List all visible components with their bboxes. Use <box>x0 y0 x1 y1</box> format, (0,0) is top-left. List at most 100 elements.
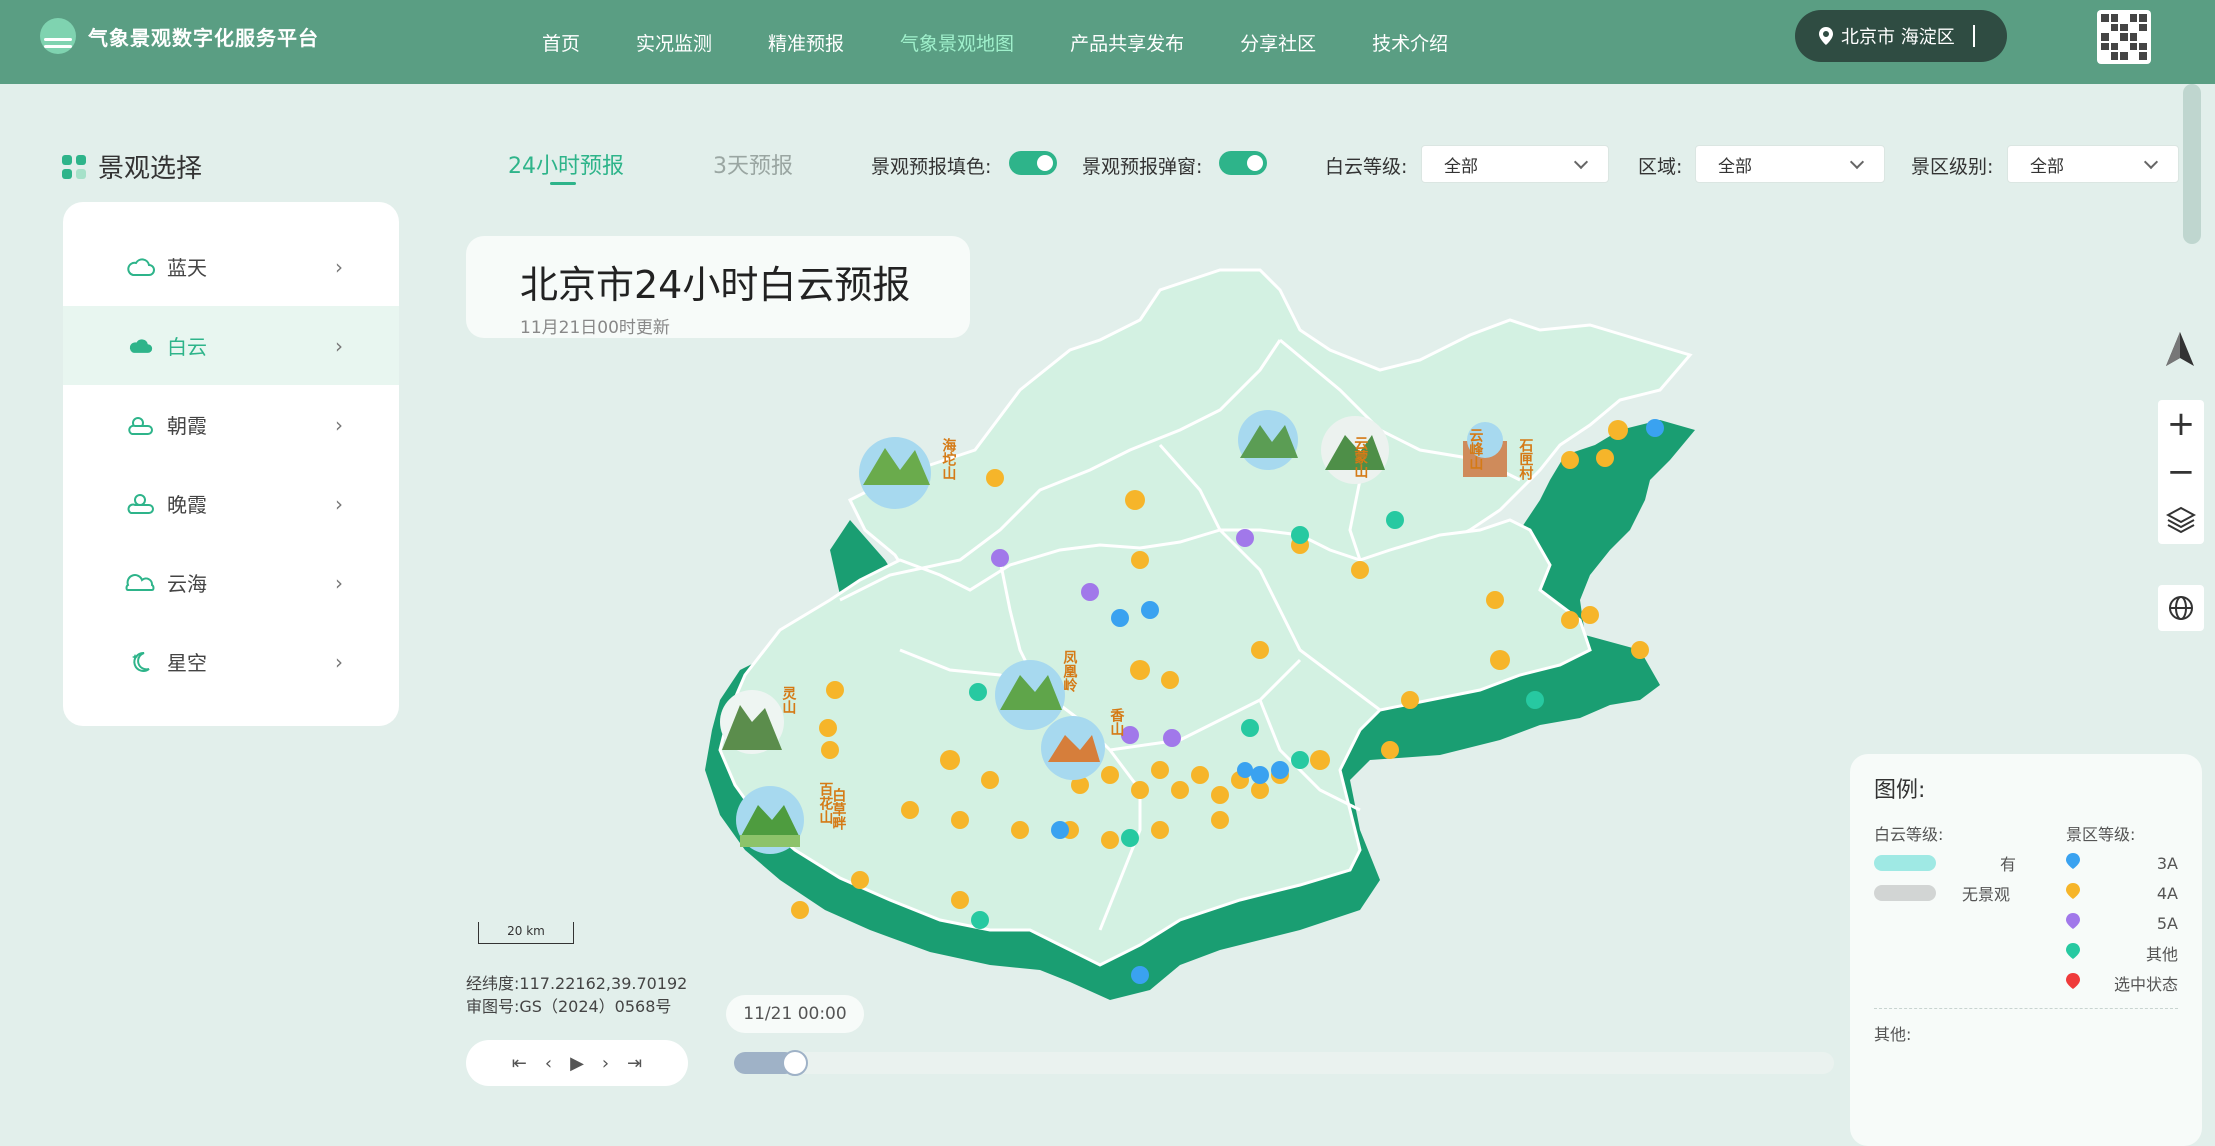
step-forward-icon[interactable]: › <box>602 1053 609 1074</box>
zoom-in-icon[interactable]: + <box>2158 400 2204 448</box>
location-divider <box>1972 25 1975 47</box>
region-value: 全部 <box>1718 156 1752 177</box>
page-title: 北京市24小时白云预报 <box>520 263 911 307</box>
landscape-select-title: 景观选择 <box>62 148 202 185</box>
forecast-title-card: 北京市24小时白云预报 11月21日00时更新 <box>466 236 970 338</box>
tab-3day-forecast[interactable]: 3天预报 <box>713 148 793 180</box>
scenic-level-value: 全部 <box>2030 156 2064 177</box>
logo-icon <box>40 18 76 54</box>
poi-label-yunfeng[interactable]: 云峰山 <box>1467 428 1483 470</box>
popup-toggle-label: 景观预报弹窗: <box>1082 156 1203 178</box>
beijing-map[interactable] <box>660 230 1710 1020</box>
nav-tech-intro[interactable]: 技术介绍 <box>1350 29 1470 56</box>
skip-last-icon[interactable]: ⇥ <box>627 1053 642 1074</box>
region-label: 区域: <box>1638 156 1683 178</box>
coord-label: 经纬度: <box>466 974 520 993</box>
nav-landscape-map[interactable]: 气象景观地图 <box>878 29 1036 56</box>
zoom-out-icon[interactable]: − <box>2158 448 2204 496</box>
legend-label: 3A <box>2156 853 2178 873</box>
cloud-level-value: 全部 <box>1444 156 1478 177</box>
sidebar-item-evening-glow[interactable]: 晚霞 › <box>63 464 399 543</box>
poi-label-baicaopan[interactable]: 白草畔 <box>830 788 846 830</box>
qr-code-icon[interactable] <box>2097 10 2151 64</box>
cloud-sea-icon <box>125 572 155 594</box>
poi-label-haituo[interactable]: 海坨山 <box>940 438 956 480</box>
fill-toggle-label: 景观预报填色: <box>871 156 992 178</box>
poi-label-xiangshan[interactable]: 香山 <box>1108 708 1124 736</box>
globe-icon[interactable] <box>2158 585 2204 631</box>
location-selector[interactable]: 北京市 海淀区 <box>1795 10 2007 62</box>
map-pin-icon <box>1819 27 1833 45</box>
legend-swatch-none <box>1874 885 1936 901</box>
poi-label-lingshan[interactable]: 灵山 <box>780 686 796 714</box>
legend-label: 选中状态 <box>2113 975 2178 994</box>
popup-toggle[interactable] <box>1219 151 1267 175</box>
sidebar-item-label: 朝霞 <box>167 414 207 438</box>
legend-label: 有 <box>2000 855 2017 874</box>
pin-4a-icon <box>2065 883 2080 899</box>
legend-scenic-levels: 景区等级: 3A 4A 5A 其他 选中状态 <box>2065 818 2178 998</box>
location-text: 北京市 海淀区 <box>1841 27 1955 48</box>
nav-precise-forecast[interactable]: 精准预报 <box>746 29 866 56</box>
tab-24h-forecast[interactable]: 24小时预报 <box>508 148 624 185</box>
layers-icon[interactable] <box>2158 496 2204 544</box>
play-icon[interactable]: ▶ <box>570 1053 584 1074</box>
review-value: GS（2024）0568号 <box>519 997 672 1016</box>
region-select[interactable]: 全部 <box>1695 145 1885 183</box>
chevron-right-icon: › <box>335 491 343 516</box>
chevron-right-icon: › <box>335 649 343 674</box>
page-scrollbar[interactable] <box>2183 84 2201 244</box>
legend-cloud-levels: 白云等级: 有 无景观 <box>1874 818 2016 998</box>
sidebar-item-label: 晚霞 <box>167 493 207 517</box>
sidebar-item-cloud-sea[interactable]: 云海 › <box>63 543 399 622</box>
legend-title: 图例: <box>1874 778 1926 803</box>
step-back-icon[interactable]: ‹ <box>545 1053 552 1074</box>
chevron-down-icon <box>1573 154 1589 169</box>
nav-home[interactable]: 首页 <box>520 29 602 56</box>
timeline-slider[interactable] <box>734 1050 1834 1076</box>
sunset-icon <box>125 493 155 515</box>
sidebar-item-starry-sky[interactable]: 星空 › <box>63 622 399 701</box>
cloud-level-label: 白云等级: <box>1325 156 1408 178</box>
chevron-right-icon: › <box>335 570 343 595</box>
scenic-level-label: 景区级别: <box>1911 156 1994 178</box>
sidebar-item-label: 云海 <box>167 572 207 596</box>
chevron-down-icon <box>1849 154 1865 169</box>
top-nav-bar: 气象景观数字化服务平台 首页 实况监测 精准预报 气象景观地图 产品共享发布 分… <box>0 0 2215 84</box>
logo-text: 气象景观数字化服务平台 <box>88 25 319 50</box>
legend-other-title: 其他: <box>1874 1025 1912 1044</box>
compass-icon[interactable] <box>2162 330 2198 370</box>
sidebar-item-label: 星空 <box>167 651 207 675</box>
sidebar-item-white-cloud[interactable]: 白云 › <box>63 306 399 385</box>
starry-sky-icon <box>125 651 155 673</box>
current-time-chip: 11/21 00:00 <box>726 995 864 1033</box>
sidebar-item-morning-glow[interactable]: 朝霞 › <box>63 385 399 464</box>
nav-community[interactable]: 分享社区 <box>1218 29 1338 56</box>
sunrise-icon <box>125 414 155 436</box>
logo[interactable]: 气象景观数字化服务平台 <box>40 18 319 54</box>
cloud-level-select[interactable]: 全部 <box>1421 145 1609 183</box>
legend-swatch-yes <box>1874 855 1936 871</box>
chevron-right-icon: › <box>335 254 343 279</box>
pin-5a-icon <box>2065 913 2080 929</box>
legend-label: 其他 <box>2145 945 2178 964</box>
legend-cloud-level-title: 白云等级: <box>1874 825 1944 844</box>
legend-divider <box>1874 1008 2178 1009</box>
legend-label: 4A <box>2156 883 2178 903</box>
fill-toggle[interactable] <box>1009 151 1057 175</box>
timeline-handle[interactable] <box>782 1050 808 1076</box>
grid-icon <box>62 154 86 179</box>
poi-label-yunmeng[interactable]: 云蒙山 <box>1352 436 1368 478</box>
playback-controls: ⇤ ‹ ▶ › ⇥ <box>466 1040 688 1086</box>
scenic-level-select[interactable]: 全部 <box>2007 145 2179 183</box>
sidebar-item-blue-sky[interactable]: 蓝天 › <box>63 227 399 306</box>
map-legend: 图例: 白云等级: 有 无景观 景区等级: 3A 4A 5A 其他 选中状态 其… <box>1850 754 2202 1146</box>
skip-first-icon[interactable]: ⇤ <box>512 1053 527 1074</box>
legend-label: 无景观 <box>1962 885 2011 904</box>
poi-label-shixia[interactable]: 石匣村 <box>1517 438 1533 480</box>
chevron-down-icon <box>2143 154 2159 169</box>
legend-label: 5A <box>2156 913 2178 933</box>
nav-live-monitoring[interactable]: 实况监测 <box>614 29 734 56</box>
poi-label-fenghuangling[interactable]: 凤凰岭 <box>1061 650 1077 692</box>
nav-product-publish[interactable]: 产品共享发布 <box>1048 29 1206 56</box>
